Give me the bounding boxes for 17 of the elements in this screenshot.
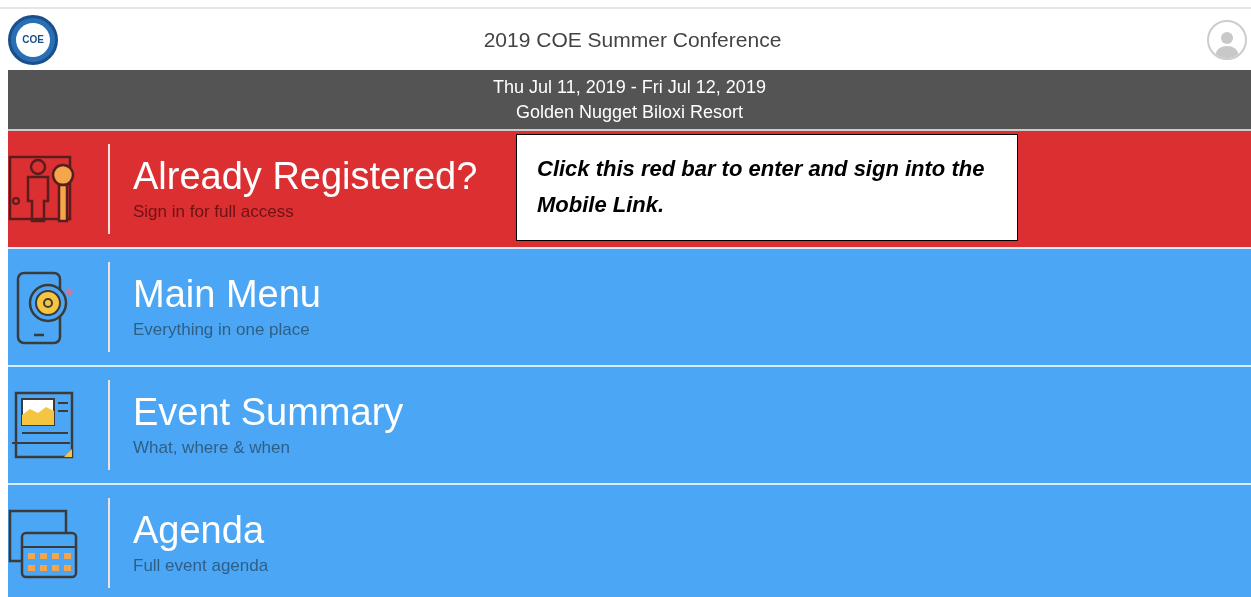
row-title: Agenda bbox=[133, 508, 265, 554]
event-dates: Thu Jul 11, 2019 - Fri Jul 12, 2019 bbox=[493, 75, 766, 99]
menu-row[interactable]: Main Menu Everything in one place bbox=[8, 249, 1251, 367]
instruction-callout: Click this red bar to enter and sign into the Mobile Link. bbox=[516, 134, 1018, 241]
menu-row[interactable]: Agenda Full event agenda bbox=[8, 485, 1251, 597]
row-subtitle: Everything in one place bbox=[133, 319, 311, 342]
row-subtitle: What, where & when bbox=[133, 437, 291, 460]
menu-row[interactable]: Event Summary What, where & when bbox=[8, 367, 1251, 485]
row-title: Event Summary bbox=[133, 390, 404, 436]
user-avatar-icon[interactable] bbox=[1207, 19, 1247, 60]
logo: COE bbox=[8, 14, 58, 65]
row-title: Main Menu bbox=[133, 272, 321, 318]
conference-title: 2019 COE Summer Conference bbox=[483, 26, 782, 53]
row-subtitle: Full event agenda bbox=[133, 555, 269, 578]
row-subtitle: Sign in for full access bbox=[133, 201, 295, 224]
event-venue: Golden Nugget Biloxi Resort bbox=[515, 100, 744, 124]
row-title: Already Registered? bbox=[133, 154, 478, 200]
